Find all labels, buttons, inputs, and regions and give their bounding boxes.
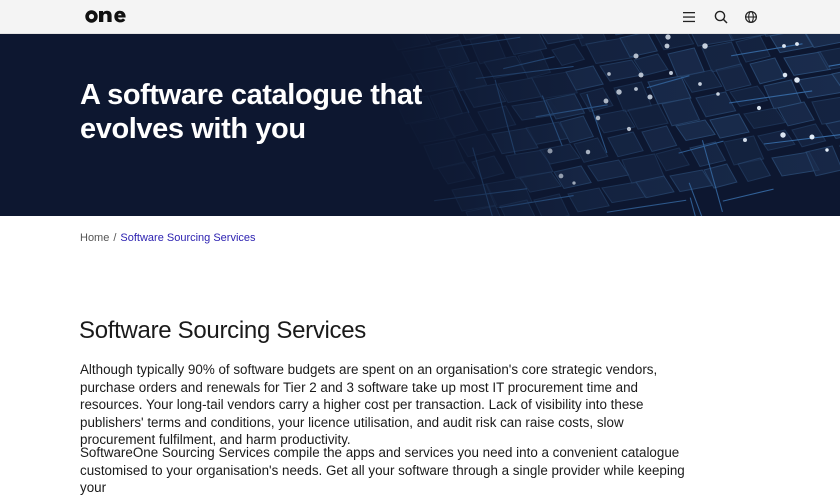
- hero-banner: A software catalogue that evolves with y…: [0, 34, 840, 216]
- search-icon[interactable]: [713, 9, 729, 25]
- breadcrumb: Home / Software Sourcing Services: [80, 231, 256, 245]
- menu-icon[interactable]: [681, 9, 697, 25]
- globe-icon[interactable]: [743, 9, 759, 25]
- page-title: Software Sourcing Services: [79, 317, 366, 344]
- softwareone-logo[interactable]: [84, 6, 128, 26]
- intro-paragraph: Although typically 90% of software budge…: [80, 362, 658, 447]
- catalogue-paragraph: SoftwareOne Sourcing Services compile th…: [80, 445, 685, 495]
- breadcrumb-current-link[interactable]: Software Sourcing Services: [120, 232, 255, 244]
- logo-mark: [85, 10, 126, 23]
- breadcrumb-separator: /: [113, 232, 117, 244]
- top-navigation-bar: [0, 0, 840, 34]
- breadcrumb-home-link[interactable]: Home: [80, 232, 109, 244]
- hero-title: A software catalogue that evolves with y…: [80, 79, 422, 145]
